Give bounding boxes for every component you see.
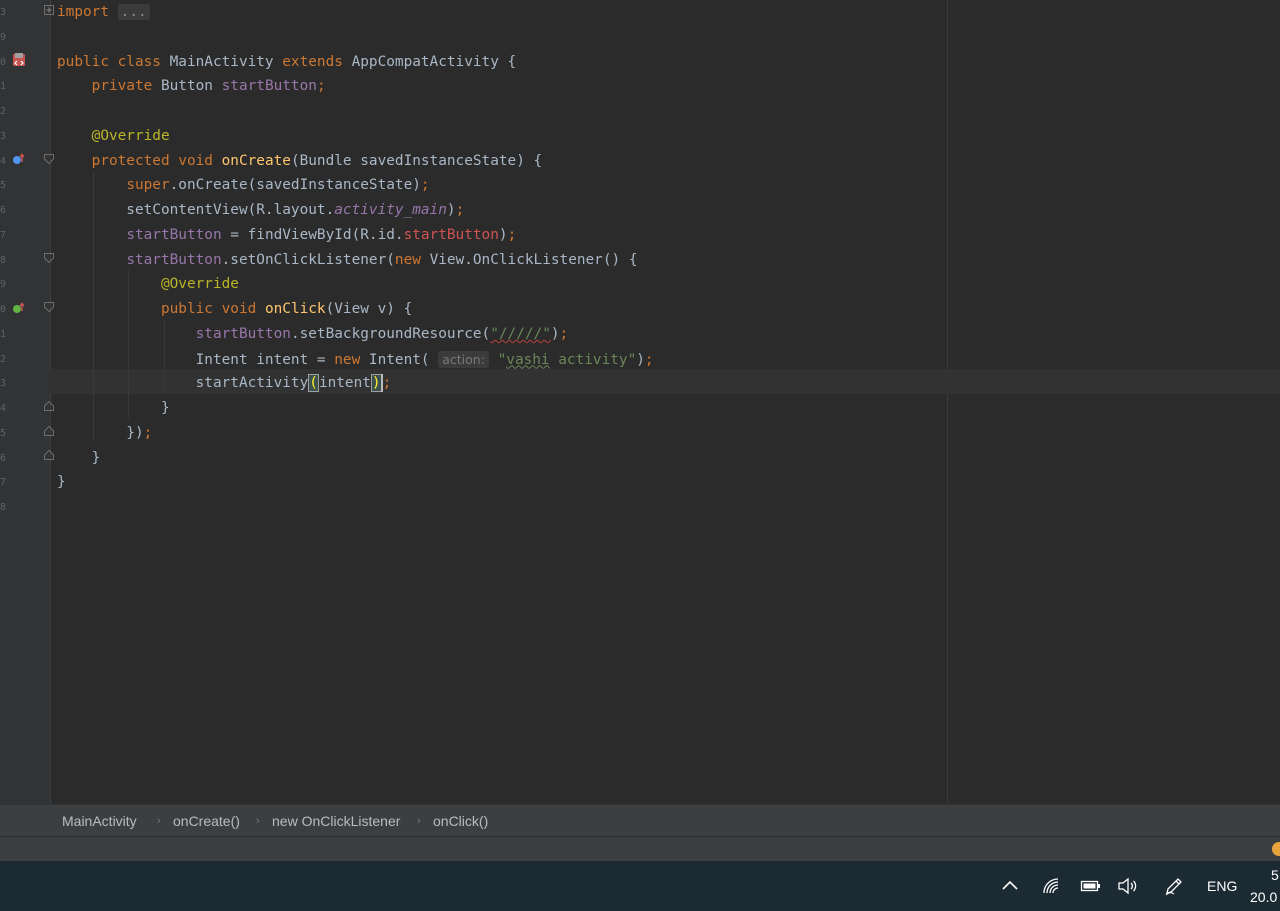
line-number: 3 <box>0 378 6 390</box>
code-line[interactable]: 8 startButton.setOnClickListener(new Vie… <box>0 248 1280 273</box>
breadcrumb: MainActivity › onCreate() › new OnClickL… <box>0 804 1280 837</box>
line-number: 0 <box>0 56 6 68</box>
line-number: 3 <box>0 7 6 18</box>
fold-marker-icon[interactable] <box>44 5 54 15</box>
code-line[interactable]: 9 <box>0 25 1280 50</box>
line-number: 4 <box>0 155 6 167</box>
line-number: 4 <box>0 403 6 414</box>
code-text[interactable]: Intent intent = new Intent( action: "vas… <box>57 347 654 373</box>
breadcrumb-item[interactable]: MainActivity <box>62 805 137 837</box>
code-text[interactable]: protected void onCreate(Bundle savedInst… <box>57 149 543 174</box>
code-line[interactable]: 4 } <box>0 396 1280 421</box>
code-text[interactable]: }); <box>57 421 152 446</box>
volume-icon[interactable] <box>1117 876 1139 896</box>
fold-marker-icon[interactable] <box>44 302 54 312</box>
code-line[interactable]: 3 import ... <box>0 0 1280 25</box>
code-line[interactable]: 5 super.onCreate(savedInstanceState); <box>0 173 1280 198</box>
wifi-icon[interactable] <box>1041 876 1063 896</box>
code-text[interactable]: @Override <box>57 272 239 297</box>
windows-taskbar: ENG 5 20.0 <box>0 861 1280 911</box>
code-text[interactable]: startActivity(intent); <box>57 371 391 396</box>
fold-marker-icon[interactable] <box>44 450 54 460</box>
code-text[interactable]: startButton.setOnClickListener(new View.… <box>57 248 637 273</box>
chevron-right-icon: › <box>256 815 260 827</box>
status-bar <box>0 836 1280 862</box>
code-line[interactable]: 7 startButton = findViewById(R.id.startB… <box>0 223 1280 248</box>
code-editor[interactable]: 3 import ... 9 0 public class MainActivity e… <box>0 0 1280 804</box>
code-line[interactable]: 1 startButton.setBackgroundResource("///… <box>0 322 1280 347</box>
code-text[interactable]: public void onClick(View v) { <box>57 297 412 322</box>
tray-chevron[interactable] <box>1000 861 1020 911</box>
line-number: 7 <box>0 229 6 241</box>
code-text[interactable]: startButton = findViewById(R.id.startBut… <box>57 223 516 248</box>
clock-date: 20.0 <box>1250 889 1278 905</box>
code-text[interactable]: super.onCreate(savedInstanceState); <box>57 173 429 198</box>
code-line[interactable]: 5 }); <box>0 421 1280 446</box>
code-text[interactable]: startButton.setBackgroundResource("/////… <box>57 322 569 347</box>
code-line[interactable]: 6 setContentView(R.layout.activity_main)… <box>0 198 1280 223</box>
override-method-icon[interactable] <box>12 301 26 315</box>
code-line[interactable]: 8 <box>0 495 1280 520</box>
line-number: 0 <box>0 304 6 315</box>
fold-marker-icon[interactable] <box>44 426 54 436</box>
code-text[interactable]: public class MainActivity extends AppCom… <box>57 50 516 75</box>
chevron-right-icon: › <box>157 815 161 827</box>
code-line[interactable]: 2 <box>0 99 1280 124</box>
chevron-right-icon: › <box>417 815 421 827</box>
breadcrumb-item[interactable]: onCreate() <box>173 805 240 837</box>
code-line[interactable]: 1 private Button startButton; <box>0 74 1280 99</box>
line-number: 8 <box>0 254 6 266</box>
line-number: 2 <box>0 353 6 365</box>
code-text[interactable]: } <box>57 446 101 471</box>
line-number: 3 <box>0 130 6 142</box>
android-class-icon[interactable] <box>12 53 26 67</box>
clock[interactable]: 5 20.0 <box>1250 864 1280 908</box>
code-line[interactable]: 3 @Override <box>0 124 1280 149</box>
override-method-icon[interactable] <box>12 152 26 166</box>
code-text[interactable]: } <box>57 470 66 495</box>
code-line[interactable]: 7} <box>0 470 1280 495</box>
line-number: 2 <box>0 106 6 117</box>
code-line[interactable]: 0 public void onClick(View v) { <box>0 297 1280 322</box>
line-number: 6 <box>0 452 6 464</box>
code-line[interactable]: 9 @Override <box>0 272 1280 297</box>
code-line[interactable]: 0 public class MainActivity extends AppCo… <box>0 50 1280 75</box>
code-line[interactable]: 4 protected void onCreate(Bundle savedIn… <box>0 149 1280 174</box>
clock-time: 5 <box>1271 867 1279 883</box>
line-number: 1 <box>0 81 6 93</box>
battery-icon[interactable] <box>1080 876 1102 896</box>
code-line[interactable]: 2 Intent intent = new Intent( action: "v… <box>0 347 1280 372</box>
code-line[interactable]: 3 startActivity(intent); <box>0 371 1280 396</box>
line-number: 9 <box>0 279 6 291</box>
code-text[interactable]: } <box>57 396 170 421</box>
breadcrumb-item[interactable]: new OnClickListener <box>272 805 400 837</box>
code-text[interactable]: setContentView(R.layout.activity_main); <box>57 198 464 223</box>
code-text[interactable]: @Override <box>57 124 170 149</box>
fold-marker-icon[interactable] <box>44 154 54 164</box>
chevron-up-icon[interactable] <box>1000 876 1020 896</box>
notification-icon[interactable] <box>1272 842 1280 856</box>
line-number: 9 <box>0 31 6 43</box>
breadcrumb-item[interactable]: onClick() <box>433 805 488 837</box>
code-text[interactable]: import ... <box>57 0 150 25</box>
fold-marker-icon[interactable] <box>44 401 54 411</box>
fold-marker-icon[interactable] <box>44 253 54 263</box>
line-number: 1 <box>0 328 6 340</box>
pen-icon[interactable] <box>1163 875 1185 897</box>
line-number: 5 <box>0 427 6 439</box>
code-line[interactable]: 6 } <box>0 446 1280 471</box>
line-number: 7 <box>0 477 6 489</box>
language-indicator[interactable]: ENG <box>1207 861 1237 911</box>
code-text[interactable]: private Button startButton; <box>57 74 326 99</box>
line-number: 6 <box>0 205 6 216</box>
line-number: 8 <box>0 502 6 513</box>
line-number: 5 <box>0 180 6 192</box>
